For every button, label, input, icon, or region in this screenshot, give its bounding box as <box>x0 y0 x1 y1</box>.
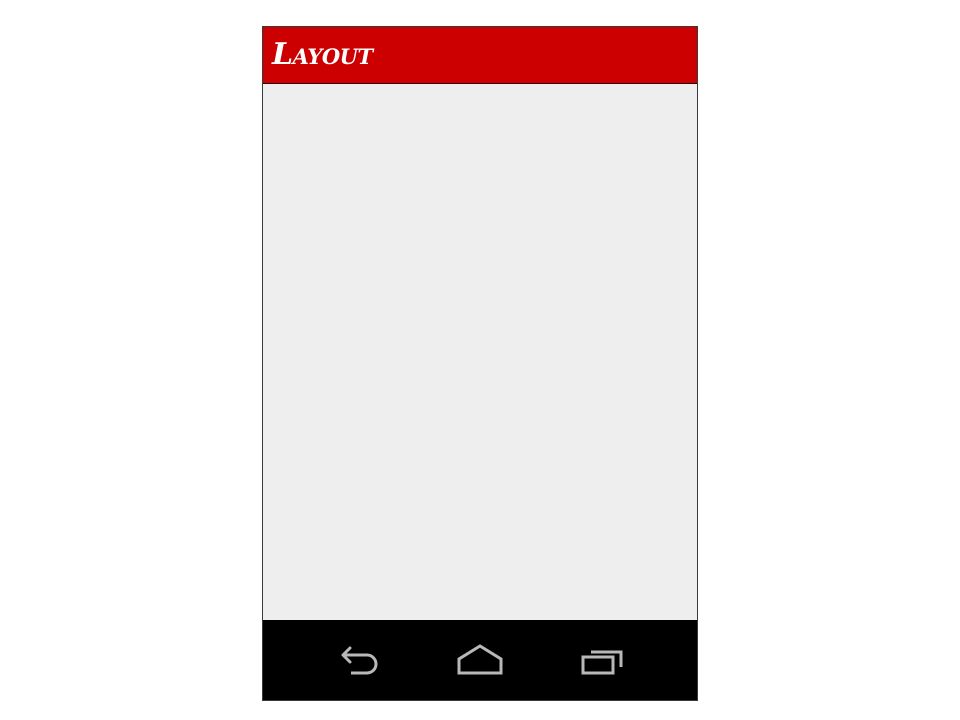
phone-screen: Layout <box>262 26 698 701</box>
navigation-bar <box>263 620 697 700</box>
recent-apps-button[interactable] <box>578 642 626 678</box>
home-button[interactable] <box>456 642 504 678</box>
home-icon <box>457 644 503 675</box>
app-title: Layout <box>272 37 373 72</box>
recent-apps-icon <box>581 650 623 675</box>
content-area <box>263 84 697 621</box>
action-bar: Layout <box>263 27 697 84</box>
back-button[interactable] <box>335 642 383 678</box>
back-icon <box>341 646 378 675</box>
